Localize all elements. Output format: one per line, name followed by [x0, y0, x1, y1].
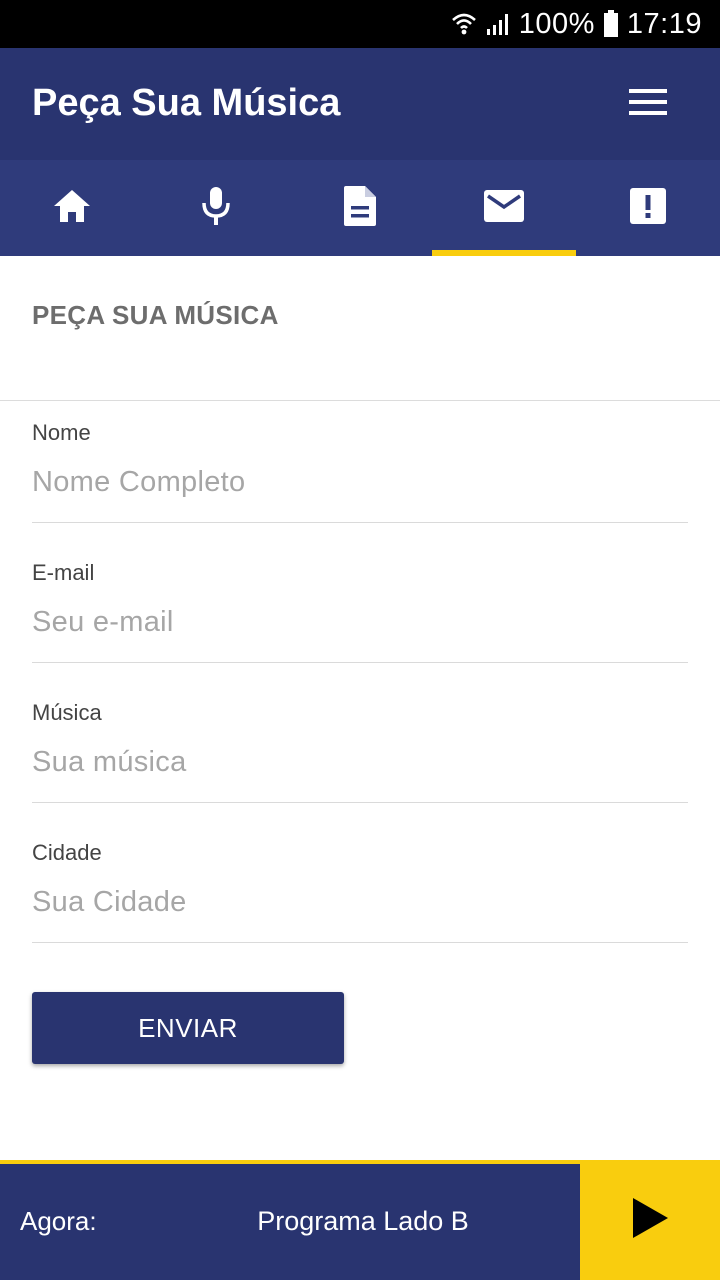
battery-percent: 100% [518, 7, 595, 40]
tab-alert[interactable] [576, 160, 720, 256]
wifi-icon [451, 11, 477, 37]
name-input[interactable] [32, 456, 688, 508]
city-input[interactable] [32, 876, 688, 928]
clock: 17:19 [626, 7, 702, 40]
name-field-group: Nome [32, 420, 688, 542]
signal-icon [485, 11, 511, 37]
section-divider [0, 400, 720, 401]
status-bar: 100% 17:19 [0, 0, 720, 48]
city-underline [32, 942, 688, 943]
home-icon [52, 188, 92, 229]
mail-icon [483, 189, 525, 228]
tab-document[interactable] [288, 160, 432, 256]
app-bar: Peça Sua Música [0, 48, 720, 160]
tab-bar [0, 160, 720, 256]
alert-icon [629, 187, 667, 230]
song-label: Música [32, 700, 102, 725]
play-button[interactable] [580, 1160, 720, 1280]
song-input[interactable] [32, 736, 688, 788]
city-label: Cidade [32, 840, 102, 865]
hamburger-menu-icon [629, 88, 667, 120]
tab-microphone[interactable] [144, 160, 288, 256]
song-field-group: Música [32, 700, 688, 822]
song-underline [32, 802, 688, 803]
tab-mail[interactable] [432, 160, 576, 256]
battery-icon [603, 10, 619, 38]
program-name: Programa Lado B [257, 1206, 469, 1236]
email-label: E-mail [32, 560, 95, 585]
send-button[interactable]: ENVIAR [32, 992, 344, 1064]
document-icon [343, 185, 377, 232]
now-playing-bar: Agora: Programa Lado B [0, 1160, 720, 1280]
section-title: PEÇA SUA MÚSICA [32, 300, 279, 330]
now-label: Agora: [20, 1206, 97, 1236]
tab-home[interactable] [0, 160, 144, 256]
name-underline [32, 522, 688, 523]
selected-tab-indicator [432, 250, 576, 256]
email-underline [32, 662, 688, 663]
app-title: Peça Sua Música [32, 82, 341, 124]
email-input[interactable] [32, 596, 688, 648]
menu-button[interactable] [612, 74, 684, 134]
city-field-group: Cidade [32, 840, 688, 962]
name-label: Nome [32, 420, 91, 445]
email-field-group: E-mail [32, 560, 688, 682]
play-icon [630, 1196, 670, 1245]
microphone-icon [200, 186, 232, 231]
